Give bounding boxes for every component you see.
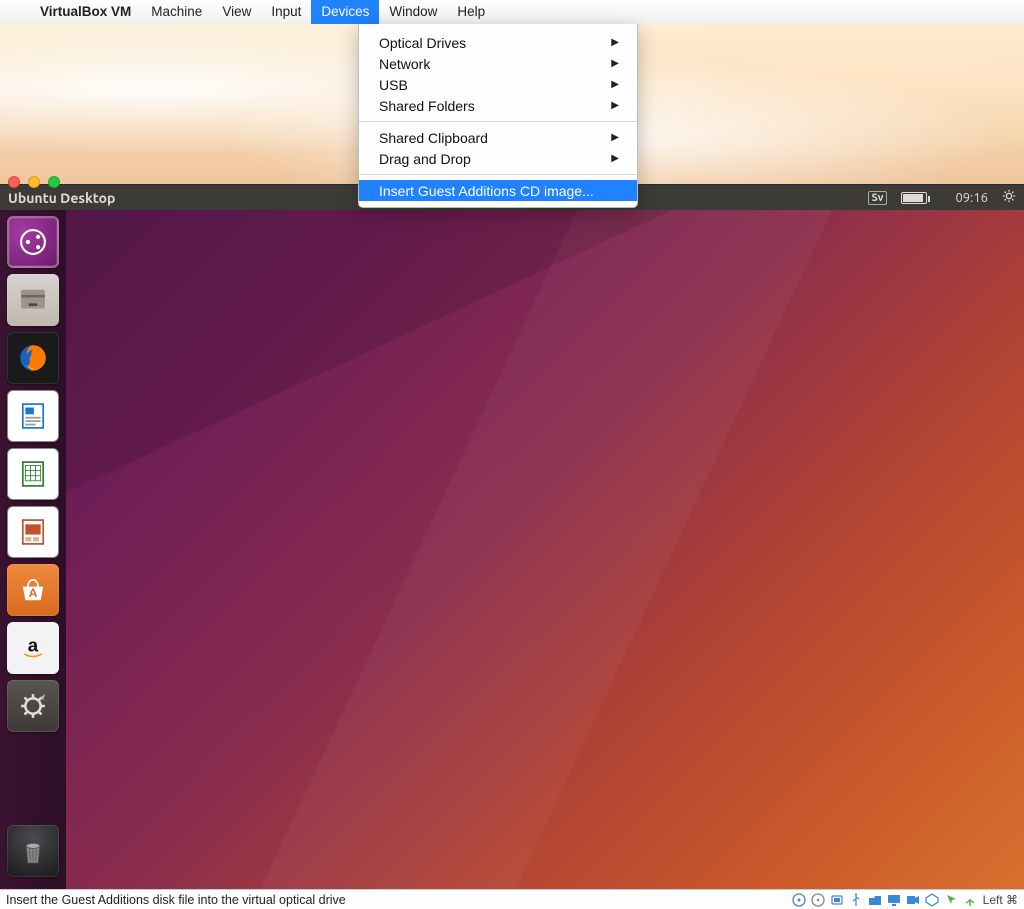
window-traffic-lights bbox=[8, 176, 60, 188]
submenu-arrow-icon: ▶ bbox=[611, 37, 619, 48]
menuitem-shared-clipboard[interactable]: Shared Clipboard ▶ bbox=[359, 127, 637, 148]
status-recording-icon[interactable] bbox=[906, 893, 920, 907]
status-usb-icon[interactable] bbox=[849, 893, 863, 907]
window-close-button[interactable] bbox=[8, 176, 20, 188]
mac-menubar: VirtualBox VM Machine View Input Devices… bbox=[0, 0, 1024, 24]
menu-devices[interactable]: Devices bbox=[311, 0, 379, 24]
submenu-arrow-icon: ▶ bbox=[611, 79, 619, 90]
menuitem-label: Shared Clipboard bbox=[379, 130, 488, 146]
launcher-amazon[interactable]: a bbox=[7, 622, 59, 674]
submenu-arrow-icon: ▶ bbox=[611, 132, 619, 143]
launcher-ubuntu-software[interactable]: A bbox=[7, 564, 59, 616]
launcher-firefox[interactable] bbox=[7, 332, 59, 384]
menu-separator bbox=[359, 121, 637, 122]
menuitem-network[interactable]: Network ▶ bbox=[359, 53, 637, 74]
battery-icon[interactable] bbox=[901, 192, 927, 204]
menu-separator bbox=[359, 174, 637, 175]
menuitem-insert-guest-additions[interactable]: Insert Guest Additions CD image... bbox=[359, 180, 637, 201]
menuitem-shared-folders[interactable]: Shared Folders ▶ bbox=[359, 95, 637, 116]
window-zoom-button[interactable] bbox=[48, 176, 60, 188]
launcher-dash[interactable] bbox=[7, 216, 59, 268]
keyboard-layout-indicator[interactable]: Sv bbox=[868, 191, 888, 205]
panel-indicators: Sv 09:16 bbox=[854, 189, 1017, 206]
menu-view[interactable]: View bbox=[212, 0, 261, 24]
menu-app-name[interactable]: VirtualBox VM bbox=[30, 0, 141, 24]
statusbar-icons bbox=[792, 893, 977, 907]
launcher-libreoffice-calc[interactable] bbox=[7, 448, 59, 500]
status-network-icon[interactable] bbox=[830, 893, 844, 907]
status-hdd-icon[interactable] bbox=[811, 893, 825, 907]
gear-icon[interactable] bbox=[1002, 189, 1016, 206]
launcher-libreoffice-writer[interactable] bbox=[7, 390, 59, 442]
unity-launcher: A a bbox=[0, 210, 66, 889]
status-vrde-icon[interactable] bbox=[925, 893, 939, 907]
svg-text:a: a bbox=[28, 634, 39, 655]
statusbar-message: Insert the Guest Additions disk file int… bbox=[6, 893, 792, 907]
menuitem-label: Shared Folders bbox=[379, 98, 475, 114]
ubuntu-wallpaper[interactable] bbox=[66, 210, 1024, 889]
ubuntu-desktop-area: A a bbox=[0, 210, 1024, 889]
launcher-libreoffice-impress[interactable] bbox=[7, 506, 59, 558]
vm-statusbar: Insert the Guest Additions disk file int… bbox=[0, 889, 1024, 909]
submenu-arrow-icon: ▶ bbox=[611, 100, 619, 111]
clock[interactable]: 09:16 bbox=[955, 191, 988, 205]
launcher-system-settings[interactable] bbox=[7, 680, 59, 732]
menuitem-label: Drag and Drop bbox=[379, 151, 471, 167]
host-key-indicator: Left ⌘ bbox=[983, 893, 1018, 907]
menuitem-usb[interactable]: USB ▶ bbox=[359, 74, 637, 95]
menuitem-label: USB bbox=[379, 77, 408, 93]
menu-help[interactable]: Help bbox=[447, 0, 495, 24]
svg-text:A: A bbox=[29, 586, 38, 600]
submenu-arrow-icon: ▶ bbox=[611, 58, 619, 69]
status-shared-folder-icon[interactable] bbox=[868, 893, 882, 907]
launcher-trash[interactable] bbox=[7, 825, 59, 877]
window-minimize-button[interactable] bbox=[28, 176, 40, 188]
devices-dropdown: Optical Drives ▶ Network ▶ USB ▶ Shared … bbox=[358, 24, 638, 208]
menu-window[interactable]: Window bbox=[379, 0, 447, 24]
menu-input[interactable]: Input bbox=[261, 0, 311, 24]
menuitem-drag-and-drop[interactable]: Drag and Drop ▶ bbox=[359, 148, 637, 169]
submenu-arrow-icon: ▶ bbox=[611, 153, 619, 164]
menu-machine[interactable]: Machine bbox=[141, 0, 212, 24]
menuitem-optical-drives[interactable]: Optical Drives ▶ bbox=[359, 32, 637, 53]
menuitem-label: Insert Guest Additions CD image... bbox=[379, 183, 594, 199]
status-keyboard-icon[interactable] bbox=[963, 893, 977, 907]
status-mouse-integration-icon[interactable] bbox=[944, 893, 958, 907]
menuitem-label: Network bbox=[379, 56, 430, 72]
status-display-icon[interactable] bbox=[887, 893, 901, 907]
launcher-files[interactable] bbox=[7, 274, 59, 326]
menuitem-label: Optical Drives bbox=[379, 35, 466, 51]
status-disc-icon[interactable] bbox=[792, 893, 806, 907]
vm-window: Ubuntu Desktop Sv 09:16 bbox=[0, 184, 1024, 909]
